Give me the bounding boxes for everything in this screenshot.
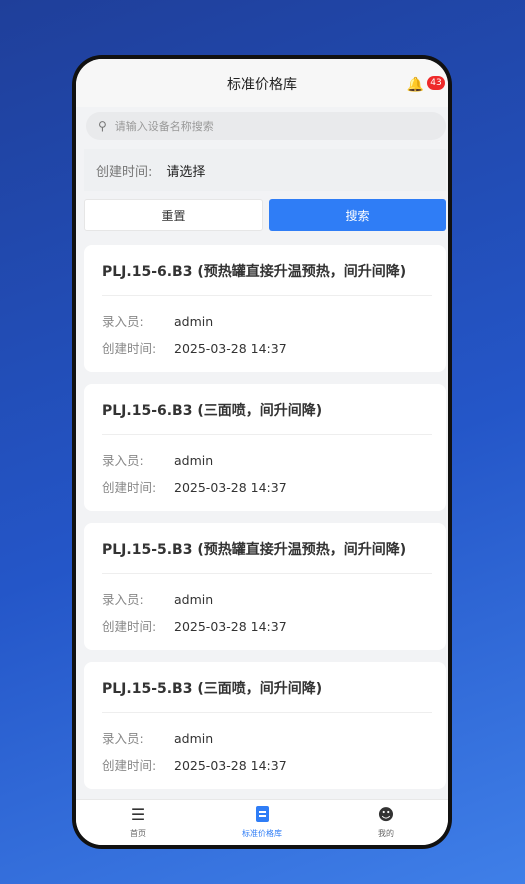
divider: [102, 434, 432, 435]
entered-by-value: admin: [174, 592, 214, 607]
page-title: 标准价格库: [227, 77, 297, 93]
filter-buttons: 重置 搜索: [84, 199, 446, 231]
search-input[interactable]: [112, 118, 417, 134]
list-item[interactable]: PLJ.15-5.B3 (预热罐直接升温预热，间升间降) 录入员: admin 创…: [84, 523, 446, 650]
phone-frame: 标准价格库 🔔 43 ⚲ 创建时间: 请选择 重置 搜索 PLJ.15-6.B3…: [72, 55, 452, 849]
item-name: PLJ.15-6.B3 (预热罐直接升温预热，间升间降): [102, 264, 407, 280]
created-time-select[interactable]: 请选择: [166, 161, 205, 180]
document-icon: [255, 806, 269, 822]
divider: [102, 573, 432, 574]
search-bar[interactable]: ⚲: [86, 112, 446, 140]
reset-button[interactable]: 重置: [84, 199, 263, 231]
entered-by-value: admin: [174, 731, 214, 746]
created-value: 2025-03-28 14:37: [174, 619, 287, 634]
notification-badge: 43: [427, 76, 445, 90]
tab-price-library[interactable]: 标准价格库: [212, 800, 312, 845]
entered-by-value: admin: [174, 314, 214, 329]
created-time-filter[interactable]: 创建时间: 请选择: [84, 149, 446, 191]
created-value: 2025-03-28 14:37: [174, 758, 287, 773]
price-list: PLJ.15-6.B3 (预热罐直接升温预热，间升间降) 录入员: admin 创…: [84, 245, 446, 801]
created-label: 创建时间:: [102, 619, 157, 634]
item-name: PLJ.15-5.B3 (预热罐直接升温预热，间升间降): [102, 542, 407, 558]
entered-by-label: 录入员:: [102, 731, 144, 746]
divider: [102, 295, 432, 296]
item-name: PLJ.15-5.B3 (三面喷，间升间降): [102, 681, 323, 697]
search-button[interactable]: 搜索: [269, 199, 446, 231]
list-item[interactable]: PLJ.15-5.B3 (三面喷，间升间降) 录入员: admin 创建时间: 20…: [84, 662, 446, 789]
bottom-tab-bar: ☰ 首页 标准价格库 ☻ 我的: [76, 799, 448, 845]
list-item[interactable]: PLJ.15-6.B3 (三面喷，间升间降) 录入员: admin 创建时间: 20…: [84, 384, 446, 511]
created-time-label: 创建时间:: [96, 164, 153, 180]
top-bar: 标准价格库 🔔 43: [76, 59, 448, 107]
bell-icon[interactable]: 🔔: [407, 77, 424, 93]
item-name: PLJ.15-6.B3 (三面喷，间升间降): [102, 403, 323, 419]
tab-price-library-label: 标准价格库: [242, 829, 282, 838]
entered-by-label: 录入员:: [102, 314, 144, 329]
entered-by-value: admin: [174, 453, 214, 468]
tab-home-label: 首页: [130, 829, 146, 838]
divider: [102, 712, 432, 713]
tab-home[interactable]: ☰ 首页: [88, 800, 188, 845]
search-icon: ⚲: [98, 119, 107, 133]
created-value: 2025-03-28 14:37: [174, 341, 287, 356]
created-label: 创建时间:: [102, 341, 157, 356]
user-icon: ☻: [377, 805, 395, 824]
entered-by-label: 录入员:: [102, 592, 144, 607]
created-label: 创建时间:: [102, 758, 157, 773]
tab-mine-label: 我的: [378, 829, 394, 838]
created-value: 2025-03-28 14:37: [174, 480, 287, 495]
entered-by-label: 录入员:: [102, 453, 144, 468]
created-label: 创建时间:: [102, 480, 157, 495]
app-screen: 标准价格库 🔔 43 ⚲ 创建时间: 请选择 重置 搜索 PLJ.15-6.B3…: [76, 59, 448, 845]
list-item[interactable]: PLJ.15-6.B3 (预热罐直接升温预热，间升间降) 录入员: admin 创…: [84, 245, 446, 372]
tab-mine[interactable]: ☻ 我的: [336, 800, 436, 845]
menu-icon: ☰: [130, 805, 146, 824]
